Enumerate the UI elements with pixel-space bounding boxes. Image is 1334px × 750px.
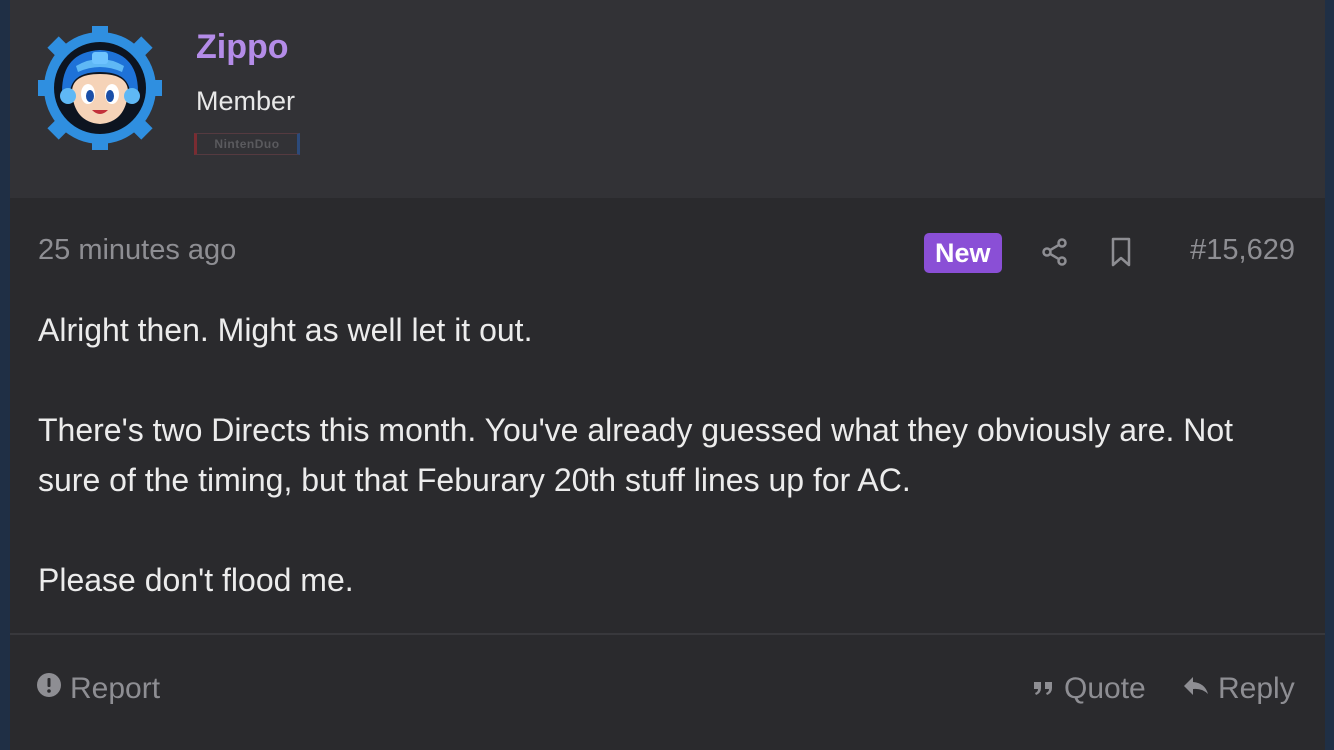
message-paragraph: Alright then. Might as well let it out. <box>38 312 533 348</box>
user-banner: NintenDuo <box>194 133 300 155</box>
quote-button[interactable]: Quote <box>1032 672 1146 706</box>
reply-label: Reply <box>1218 672 1295 705</box>
footer-divider <box>10 633 1325 635</box>
report-label: Report <box>70 672 161 705</box>
bookmark-icon[interactable] <box>1104 234 1138 270</box>
mega-man-avatar-icon <box>38 26 162 150</box>
new-badge: New <box>924 233 1002 273</box>
post-number-link[interactable]: #15,629 <box>1190 234 1295 267</box>
user-title: Member <box>196 86 296 116</box>
quote-label: Quote <box>1064 672 1146 705</box>
avatar[interactable] <box>38 26 162 150</box>
message-paragraph: Please don't flood me. <box>38 562 354 598</box>
post-user-header: Zippo Member NintenDuo <box>10 0 1325 198</box>
reply-arrow-icon <box>1182 672 1210 706</box>
post-meta-row: 25 minutes ago New #15,629 <box>10 226 1325 278</box>
post-footer: Report Quote Reply <box>10 660 1325 726</box>
share-icon[interactable] <box>1038 234 1072 270</box>
post-message: Alright then. Might as well let it out. … <box>38 305 1298 655</box>
reply-button[interactable]: Reply <box>1182 672 1295 706</box>
alert-icon <box>36 672 62 706</box>
post-timestamp[interactable]: 25 minutes ago <box>38 234 236 267</box>
quote-icon <box>1032 672 1056 706</box>
message-paragraph: There's two Directs this month. You've a… <box>38 412 1234 498</box>
report-button[interactable]: Report <box>36 672 160 706</box>
forum-post: Zippo Member NintenDuo 25 minutes ago Ne… <box>10 0 1325 750</box>
username-link[interactable]: Zippo <box>196 28 289 67</box>
